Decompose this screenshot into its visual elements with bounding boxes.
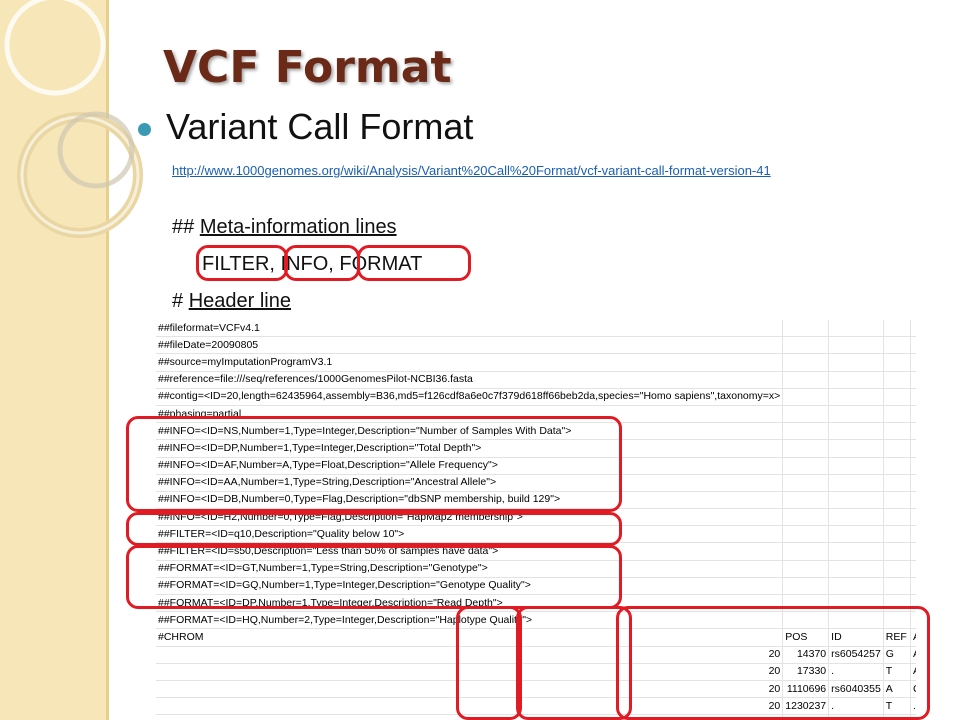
bullet-icon — [138, 123, 151, 136]
meta-line-cell: ##fileDate=20090805 — [156, 336, 784, 355]
meta-info-line: ## Meta-information lines — [172, 216, 397, 239]
header-line-item: # Header line — [172, 290, 291, 313]
format-lines-highlight — [126, 545, 622, 609]
format-samples-highlight — [616, 606, 930, 720]
empty-cell — [910, 320, 916, 338]
empty-cell — [883, 320, 911, 338]
meta-row: ##reference=file:///seq/references/1000G… — [156, 371, 916, 389]
header-prefix: # — [172, 290, 184, 312]
empty-cell — [883, 525, 911, 544]
empty-cell — [910, 491, 916, 510]
empty-cell — [828, 577, 884, 596]
empty-cell — [910, 560, 916, 578]
filter-lines-highlight — [126, 512, 622, 546]
empty-cell — [910, 439, 916, 458]
empty-cell — [883, 405, 911, 424]
meta-info-label: Meta-information lines — [199, 216, 397, 238]
empty-cell — [883, 491, 911, 510]
empty-cell — [828, 439, 884, 458]
meta-line-cell: ##source=myImputationProgramV3.1 — [156, 353, 784, 372]
empty-cell — [782, 560, 830, 578]
empty-cell — [782, 353, 830, 372]
empty-cell — [883, 422, 911, 441]
empty-cell — [910, 353, 916, 372]
empty-cell — [883, 388, 911, 406]
empty-cell — [782, 388, 830, 406]
empty-cell — [828, 491, 884, 510]
empty-cell — [828, 560, 884, 578]
empty-cell — [782, 577, 830, 596]
empty-cell — [782, 457, 830, 475]
empty-cell — [782, 336, 830, 355]
empty-cell — [883, 457, 911, 475]
empty-cell — [883, 560, 911, 578]
empty-cell — [883, 336, 911, 355]
meta-row: ##source=myImputationProgramV3.1 — [156, 353, 916, 372]
empty-cell — [910, 371, 916, 389]
empty-cell — [883, 542, 911, 561]
info-highlight — [284, 245, 360, 281]
empty-cell — [910, 542, 916, 561]
empty-cell — [782, 474, 830, 492]
empty-cell — [828, 405, 884, 424]
spec-link[interactable]: http://www.1000genomes.org/wiki/Analysis… — [172, 163, 771, 178]
bullet-text: Variant Call Format — [166, 106, 474, 147]
empty-cell — [782, 320, 830, 338]
empty-cell — [910, 336, 916, 355]
empty-cell — [782, 439, 830, 458]
info-column-highlight — [516, 606, 632, 720]
meta-line-cell: ##fileformat=VCFv4.1 — [156, 320, 784, 338]
empty-cell — [828, 388, 884, 406]
empty-cell — [910, 422, 916, 441]
empty-cell — [828, 320, 884, 338]
empty-cell — [883, 371, 911, 389]
meta-line-cell: ##contig=<ID=20,length=62435964,assembly… — [156, 388, 784, 406]
meta-row: ##contig=<ID=20,length=62435964,assembly… — [156, 388, 916, 406]
empty-cell — [883, 353, 911, 372]
empty-cell — [782, 405, 830, 424]
empty-cell — [910, 405, 916, 424]
empty-cell — [828, 542, 884, 561]
filter-highlight — [196, 245, 288, 281]
empty-cell — [782, 422, 830, 441]
empty-cell — [828, 474, 884, 492]
meta-prefix: ## — [172, 216, 195, 238]
filter-column-highlight — [456, 606, 522, 720]
empty-cell — [782, 542, 830, 561]
empty-cell — [910, 474, 916, 492]
empty-cell — [910, 457, 916, 475]
empty-cell — [910, 577, 916, 596]
empty-cell — [910, 508, 916, 527]
decorative-rings — [4, 0, 143, 238]
empty-cell — [828, 371, 884, 389]
empty-cell — [782, 371, 830, 389]
empty-cell — [883, 577, 911, 596]
header-line-label: Header line — [188, 290, 291, 312]
empty-cell — [910, 525, 916, 544]
slide-title: VCF Format — [163, 42, 452, 93]
empty-cell — [883, 439, 911, 458]
empty-cell — [782, 491, 830, 510]
empty-cell — [828, 422, 884, 441]
empty-cell — [910, 388, 916, 406]
empty-cell — [828, 525, 884, 544]
meta-row: ##fileDate=20090805 — [156, 336, 916, 355]
empty-cell — [828, 508, 884, 527]
empty-cell — [828, 336, 884, 355]
empty-cell — [782, 525, 830, 544]
info-lines-highlight — [126, 416, 622, 512]
meta-line-cell: ##reference=file:///seq/references/1000G… — [156, 371, 784, 389]
empty-cell — [883, 508, 911, 527]
format-highlight — [357, 245, 471, 281]
empty-cell — [782, 508, 830, 527]
empty-cell — [883, 474, 911, 492]
empty-cell — [828, 457, 884, 475]
empty-cell — [828, 353, 884, 372]
meta-row: ##fileformat=VCFv4.1 — [156, 320, 916, 338]
